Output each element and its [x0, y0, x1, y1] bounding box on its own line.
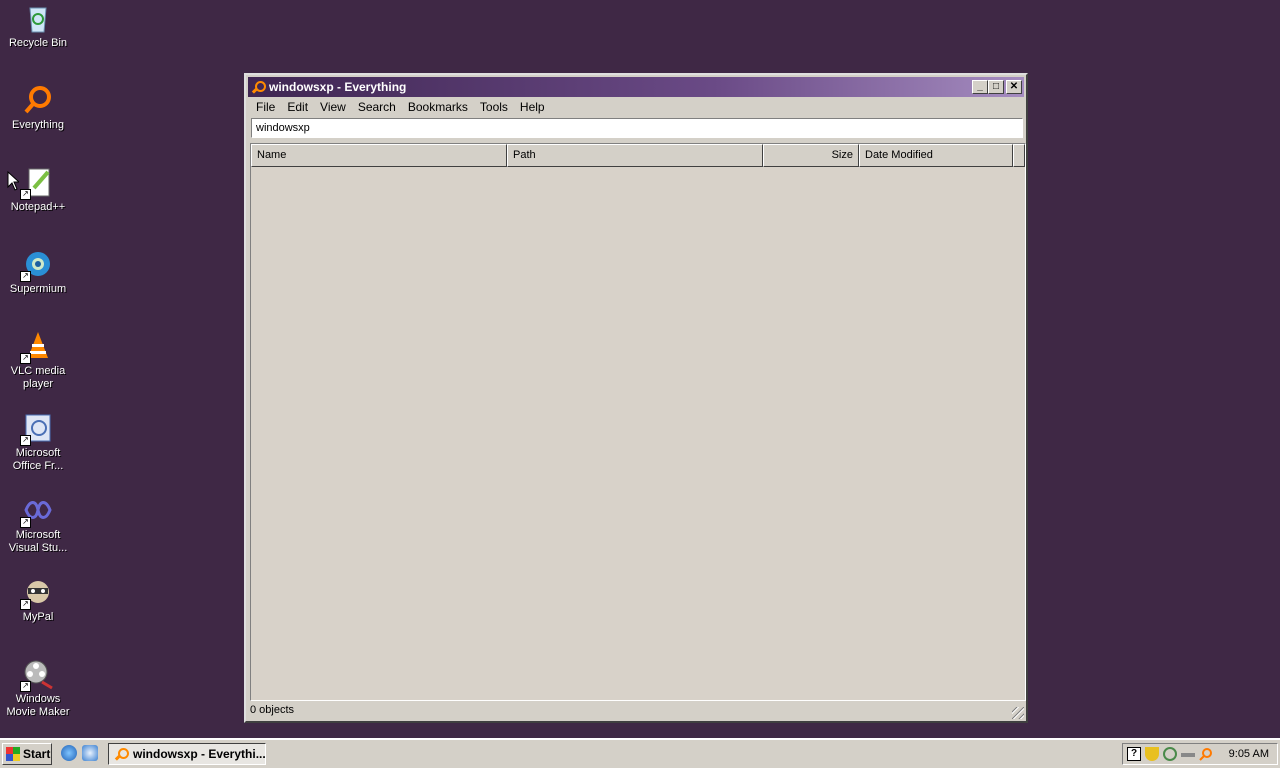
clock[interactable]: 9:05 AM	[1229, 744, 1269, 764]
desktop-icon-vlc[interactable]: ↗ VLC media player	[0, 330, 76, 391]
window-title: windowsxp - Everything	[269, 80, 407, 94]
quick-launch-icon[interactable]	[82, 745, 98, 761]
shortcut-arrow-icon: ↗	[20, 271, 31, 282]
desktop-icon-supermium[interactable]: ↗ Supermium	[0, 248, 76, 296]
notepadpp-icon: ↗	[20, 166, 54, 200]
column-header-name[interactable]: Name	[251, 144, 507, 167]
system-tray: ? 9:05 AM	[1122, 743, 1278, 765]
desktop-icon-mypal[interactable]: ↗ MyPal	[0, 576, 76, 624]
shortcut-arrow-icon: ↗	[20, 599, 31, 610]
recycle-bin-icon	[22, 2, 54, 34]
device-icon[interactable]	[1181, 753, 1195, 757]
everything-icon	[251, 80, 266, 94]
visual-studio-icon: ↗	[20, 494, 54, 528]
start-label: Start	[23, 747, 51, 761]
desktop-icon-label: Microsoft Visual Stu...	[8, 529, 68, 554]
menu-view[interactable]: View	[314, 98, 352, 117]
movie-maker-icon: ↗	[20, 658, 54, 692]
menu-edit[interactable]: Edit	[281, 98, 314, 117]
resize-grip[interactable]	[1012, 707, 1024, 719]
start-button[interactable]: Start	[2, 743, 52, 765]
status-bar: 0 objects	[248, 701, 1026, 719]
shortcut-arrow-icon: ↗	[20, 681, 31, 692]
desktop-icon-label: Microsoft Office Fr...	[12, 447, 64, 472]
column-header-size[interactable]: Size	[763, 144, 859, 167]
desktop-icon-label: MyPal	[22, 611, 54, 623]
mouse-cursor-icon	[7, 171, 19, 191]
office-frontpage-icon: ↗	[20, 412, 54, 446]
everything-window[interactable]: windowsxp - Everything _ □ ✕ File Edit V…	[244, 73, 1028, 723]
everything-icon	[22, 84, 54, 116]
taskbar-button-label: windowsxp - Everythi...	[133, 747, 266, 761]
menu-tools[interactable]: Tools	[474, 98, 514, 117]
desktop-icon-label: Notepad++	[10, 201, 66, 213]
desktop-icon-everything[interactable]: Everything	[0, 84, 76, 132]
search-input[interactable]: windowsxp	[251, 118, 1023, 138]
shortcut-arrow-icon: ↗	[20, 435, 31, 446]
column-header-path[interactable]: Path	[507, 144, 763, 167]
results-header: Name Path Size Date Modified	[251, 144, 1025, 167]
close-button[interactable]: ✕	[1006, 80, 1022, 94]
menu-help[interactable]: Help	[514, 98, 551, 117]
column-header-filler	[1013, 144, 1025, 167]
shortcut-arrow-icon: ↗	[20, 517, 31, 528]
windows-logo-icon	[6, 747, 20, 761]
menu-search[interactable]: Search	[352, 98, 402, 117]
desktop-icon-label: Windows Movie Maker	[6, 693, 70, 718]
minimize-button[interactable]: _	[972, 80, 988, 94]
security-shield-icon[interactable]	[1145, 747, 1159, 761]
desktop-icon-label: Supermium	[9, 283, 67, 295]
vlc-icon: ↗	[20, 330, 54, 364]
menu-bookmarks[interactable]: Bookmarks	[402, 98, 474, 117]
mypal-icon: ↗	[20, 576, 54, 610]
shortcut-arrow-icon: ↗	[20, 353, 31, 364]
shortcut-arrow-icon: ↗	[20, 189, 31, 200]
status-text: 0 objects	[250, 704, 295, 716]
internet-explorer-icon[interactable]	[61, 745, 77, 761]
desktop-icon-label: Everything	[12, 119, 64, 131]
everything-tray-icon[interactable]	[1199, 747, 1213, 761]
taskbar-button-everything[interactable]: windowsxp - Everythi...	[108, 743, 266, 765]
network-icon[interactable]	[1163, 747, 1177, 761]
menu-file[interactable]: File	[250, 98, 281, 117]
desktop-icon-visual-studio[interactable]: ↗ Microsoft Visual Stu...	[0, 494, 76, 555]
desktop-icon-office-frontpage[interactable]: ↗ Microsoft Office Fr...	[0, 412, 76, 473]
desktop-icon-movie-maker[interactable]: ↗ Windows Movie Maker	[0, 658, 76, 719]
menu-bar: File Edit View Search Bookmarks Tools He…	[246, 98, 1026, 117]
desktop-icon-label: Recycle Bin	[8, 37, 68, 49]
maximize-button[interactable]: □	[988, 80, 1004, 94]
supermium-icon: ↗	[20, 248, 54, 282]
taskbar: Start windowsxp - Everythi... ? 9:05 AM	[0, 738, 1280, 768]
column-header-date-modified[interactable]: Date Modified	[859, 144, 1013, 167]
help-icon[interactable]: ?	[1127, 747, 1141, 761]
desktop-icon-recycle-bin[interactable]: Recycle Bin	[0, 2, 76, 50]
desktop-icon-label: VLC media player	[10, 365, 66, 390]
results-list[interactable]: Name Path Size Date Modified	[250, 143, 1026, 701]
everything-icon	[114, 747, 129, 761]
window-titlebar[interactable]: windowsxp - Everything _ □ ✕	[248, 77, 1024, 97]
